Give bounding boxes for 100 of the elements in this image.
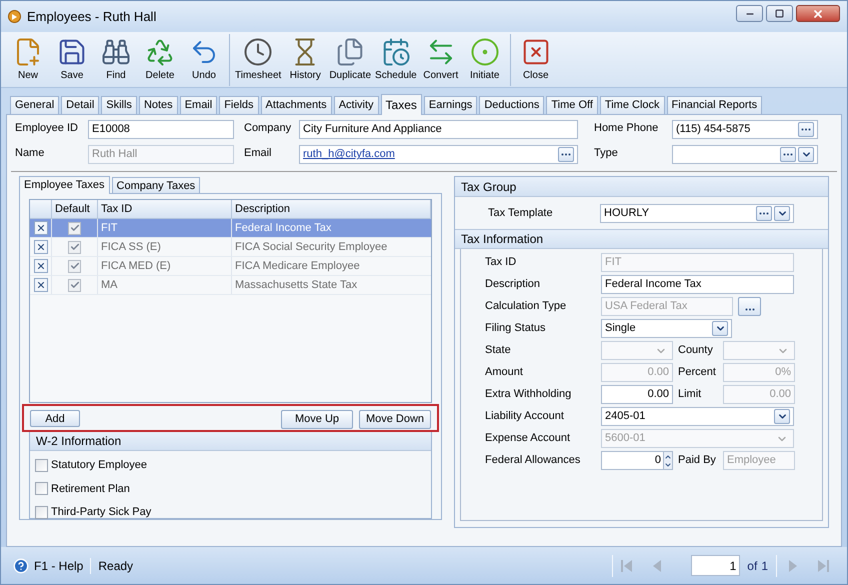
- spinner-arrows-icon[interactable]: [663, 452, 672, 469]
- toolbar-button[interactable]: Timesheet: [233, 34, 284, 86]
- toolbar-button[interactable]: History: [283, 34, 328, 86]
- tab[interactable]: Fields: [219, 96, 259, 114]
- lookup-button[interactable]: [780, 147, 796, 162]
- remove-icon: [36, 242, 46, 252]
- tab[interactable]: Company Taxes: [112, 177, 200, 193]
- remove-button[interactable]: [34, 278, 48, 292]
- spinner-field[interactable]: 0: [601, 451, 673, 470]
- tab[interactable]: Earnings: [424, 96, 478, 114]
- maximize-icon: [775, 9, 784, 18]
- text-field[interactable]: Federal Income Tax: [601, 275, 794, 294]
- lookup-button[interactable]: [756, 206, 772, 220]
- column-header[interactable]: Default: [52, 200, 98, 218]
- field-label: Filing Status: [485, 321, 547, 336]
- toolbar-button[interactable]: Save: [50, 34, 94, 86]
- close-button[interactable]: [796, 5, 840, 22]
- input-field[interactable]: City Furniture And Appliance: [299, 120, 578, 139]
- toolbar-button[interactable]: Convert: [418, 34, 463, 86]
- lookup-button[interactable]: [558, 147, 574, 162]
- remove-button[interactable]: [34, 259, 48, 273]
- checkbox[interactable]: [68, 240, 81, 254]
- email-link[interactable]: ruth_h@cityfa.com: [303, 148, 395, 160]
- tab[interactable]: Financial Reports: [666, 96, 762, 114]
- checkbox-label[interactable]: Statutory Employee: [51, 457, 147, 474]
- field-label: Tax Template: [488, 206, 554, 221]
- ellipsis-icon: [801, 128, 811, 131]
- tab[interactable]: Taxes: [380, 94, 422, 115]
- checkbox[interactable]: [35, 482, 48, 496]
- section-header: Tax Group: [455, 177, 828, 197]
- dropdown-button[interactable]: [774, 409, 790, 424]
- remove-icon: [36, 280, 46, 290]
- checkbox[interactable]: [68, 222, 81, 234]
- remove-icon: [36, 261, 46, 271]
- tab[interactable]: Deductions: [479, 96, 544, 114]
- lookup-button[interactable]: [798, 122, 814, 137]
- field-label: Percent: [677, 365, 717, 380]
- field-label: Home Phone: [594, 121, 660, 136]
- table-row[interactable]: MA Massachusetts State Tax: [30, 276, 431, 295]
- table-cell: FICA MED (E): [98, 257, 232, 275]
- toolbar-button[interactable]: Schedule: [373, 34, 419, 86]
- table-row[interactable]: FICA SS (E) FICA Social Security Employee: [30, 238, 431, 257]
- toolbar-button[interactable]: New: [6, 34, 50, 86]
- checkbox-label[interactable]: Third-Party Sick Pay: [51, 504, 152, 520]
- page-of-label: of: [747, 558, 758, 574]
- remove-button[interactable]: [34, 221, 48, 235]
- tab[interactable]: Attachments: [260, 96, 332, 114]
- tab[interactable]: Employee Taxes: [19, 176, 110, 194]
- toolbar-button[interactable]: Undo: [182, 34, 226, 86]
- dropdown-field[interactable]: 2405-01: [601, 407, 794, 426]
- tab[interactable]: Time Off: [546, 96, 598, 114]
- column-header[interactable]: Tax ID: [98, 200, 232, 218]
- ellipsis-icon: [561, 153, 571, 156]
- toolbar-button[interactable]: Initiate: [462, 34, 507, 86]
- input-field[interactable]: (115) 454-5875: [672, 120, 818, 139]
- page-total: 1: [761, 558, 768, 574]
- remove-button[interactable]: [34, 240, 48, 254]
- toolbar-button[interactable]: Duplicate: [327, 34, 374, 86]
- column-header[interactable]: Description: [232, 200, 431, 218]
- page-field[interactable]: 1: [691, 555, 740, 576]
- number-field[interactable]: 0.00: [601, 385, 673, 404]
- input-field[interactable]: ruth_h@cityfa.com: [299, 145, 578, 164]
- tab[interactable]: Detail: [61, 96, 100, 114]
- input-field[interactable]: [672, 145, 818, 164]
- app-icon: [8, 10, 21, 23]
- add-button[interactable]: Add: [30, 410, 80, 427]
- dropdown-field[interactable]: Single: [601, 319, 732, 338]
- move-down-button[interactable]: Move Down: [359, 410, 431, 429]
- checkbox[interactable]: [35, 506, 48, 519]
- checkbox[interactable]: [35, 458, 48, 472]
- toolbar-button[interactable]: Find: [94, 34, 138, 86]
- browse-button[interactable]: [738, 297, 761, 316]
- help-icon[interactable]: [13, 558, 29, 574]
- tab[interactable]: Skills: [101, 96, 137, 114]
- status-text: Ready: [98, 558, 134, 574]
- dropdown-field[interactable]: HOURLY: [600, 204, 794, 222]
- table-row[interactable]: FICA MED (E) FICA Medicare Employee: [30, 257, 431, 276]
- dropdown-button[interactable]: [774, 206, 790, 220]
- tab[interactable]: Activity: [334, 96, 379, 114]
- document-pages-icon: [335, 36, 366, 66]
- move-up-button[interactable]: Move Up: [281, 410, 353, 429]
- tab[interactable]: Time Clock: [600, 96, 665, 114]
- table-cell-text: Federal Income Tax: [234, 220, 332, 236]
- checkbox[interactable]: [68, 278, 81, 292]
- window-title: Employees - Ruth Hall: [27, 8, 158, 26]
- dropdown-button[interactable]: [798, 147, 814, 162]
- maximize-button[interactable]: [766, 5, 793, 22]
- field-label: Employee ID: [15, 121, 79, 136]
- tab[interactable]: Notes: [138, 96, 178, 114]
- toolbar-button[interactable]: Delete: [138, 34, 182, 86]
- checkbox-label[interactable]: Retirement Plan: [51, 480, 130, 497]
- checkbox[interactable]: [68, 260, 81, 272]
- tab[interactable]: General: [10, 96, 60, 114]
- field-label: Type: [594, 146, 619, 161]
- field-label: Limit: [677, 387, 702, 402]
- input-field[interactable]: E10008: [88, 120, 234, 139]
- dropdown-button[interactable]: [712, 321, 728, 336]
- tab[interactable]: Email: [180, 96, 218, 114]
- table-cell: MA: [98, 276, 232, 294]
- toolbar-button[interactable]: Close: [514, 34, 558, 86]
